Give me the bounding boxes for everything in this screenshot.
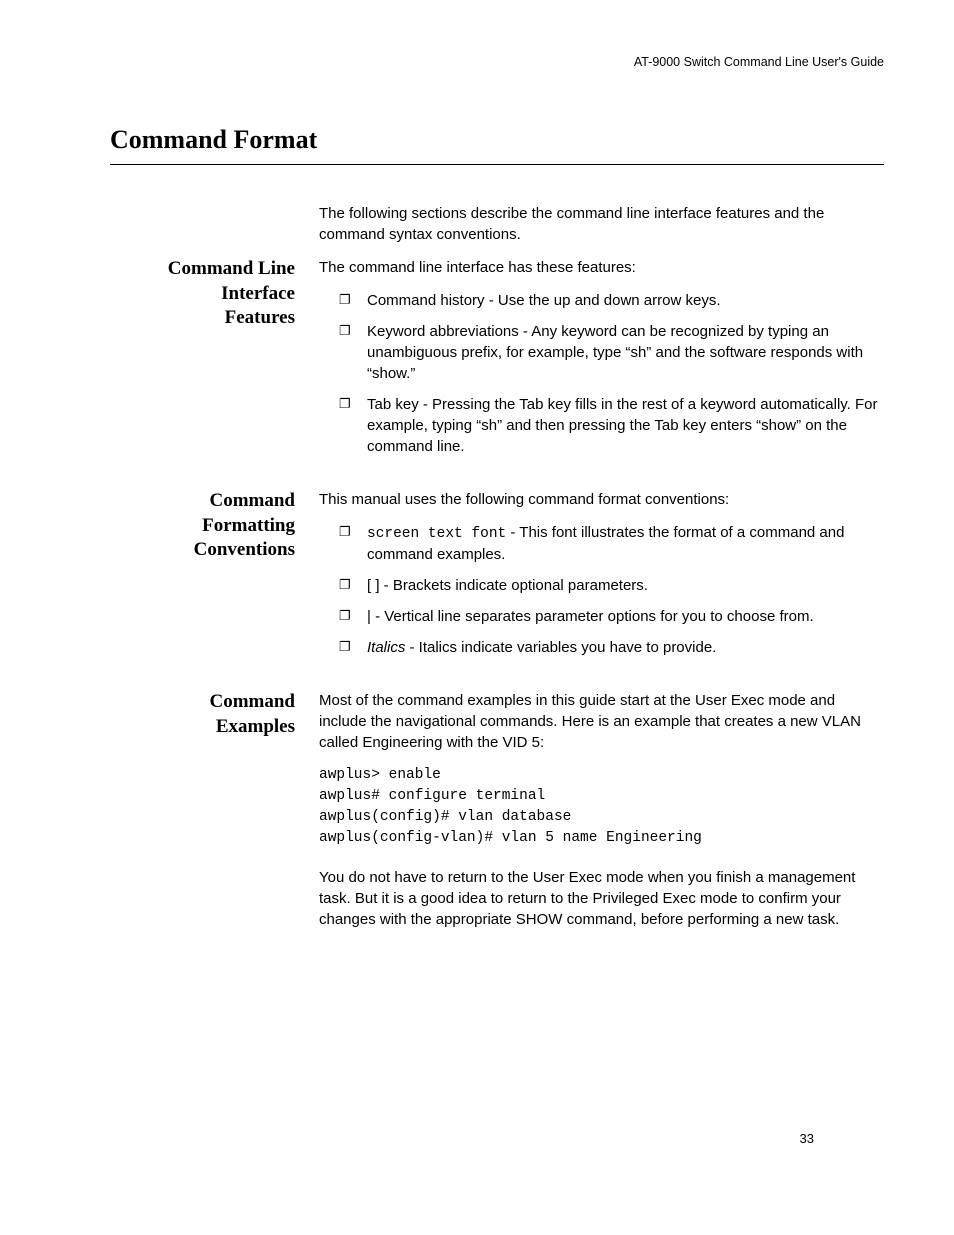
list-item: ❐ [ ] - Brackets indicate optional param…	[319, 575, 884, 596]
heading-text: Command	[209, 490, 295, 511]
heading-text: Interface	[221, 283, 295, 304]
formatting-heading: Command Formatting Conventions	[110, 489, 319, 668]
cli-features-list: ❐ Command history - Use the up and down …	[319, 290, 884, 457]
running-header: AT-9000 Switch Command Line User's Guide	[110, 54, 884, 72]
cli-features-lead: The command line interface has these fea…	[319, 257, 884, 278]
bullet-icon: ❐	[319, 637, 367, 658]
examples-heading: Command Examples	[110, 690, 319, 942]
examples-block: Command Examples Most of the command exa…	[110, 690, 884, 942]
list-item: ❐ Command history - Use the up and down …	[319, 290, 884, 311]
cli-features-heading: Command Line Interface Features	[110, 257, 319, 467]
heading-text: Conventions	[194, 539, 295, 560]
list-item: ❐ Tab key - Pressing the Tab key fills i…	[319, 394, 884, 457]
inline-italic: Italics	[367, 639, 405, 656]
bullet-icon: ❐	[319, 394, 367, 457]
title-underline	[110, 164, 884, 165]
list-item: ❐ Keyword abbreviations - Any keyword ca…	[319, 321, 884, 384]
list-item: ❐ | - Vertical line separates parameter …	[319, 606, 884, 627]
bullet-icon: ❐	[319, 606, 367, 627]
list-item-text: Italics - Italics indicate variables you…	[367, 637, 884, 658]
inline-text: - Italics indicate variables you have to…	[405, 639, 716, 656]
list-item-text: Command history - Use the up and down ar…	[367, 290, 884, 311]
page-number: 33	[800, 1130, 814, 1148]
list-item-text: Tab key - Pressing the Tab key fills in …	[367, 394, 884, 457]
heading-text: Formatting	[202, 515, 295, 536]
examples-para2: You do not have to return to the User Ex…	[319, 867, 884, 930]
cli-features-block: Command Line Interface Features The comm…	[110, 257, 884, 467]
heading-text: Features	[225, 307, 295, 328]
list-item-text: screen text font - This font illustrates…	[367, 522, 884, 565]
list-item-text: | - Vertical line separates parameter op…	[367, 606, 884, 627]
section-title: Command Format	[110, 122, 884, 158]
examples-para1: Most of the command examples in this gui…	[319, 690, 884, 753]
heading-text: Command Line	[168, 258, 295, 279]
list-item: ❐ screen text font - This font illustrat…	[319, 522, 884, 565]
bullet-icon: ❐	[319, 575, 367, 596]
formatting-block: Command Formatting Conventions This manu…	[110, 489, 884, 668]
list-item: ❐ Italics - Italics indicate variables y…	[319, 637, 884, 658]
list-item-text: Keyword abbreviations - Any keyword can …	[367, 321, 884, 384]
list-item-text: [ ] - Brackets indicate optional paramet…	[367, 575, 884, 596]
code-example: awplus> enable awplus# configure termina…	[319, 765, 884, 849]
inline-code: screen text font	[367, 526, 506, 542]
section-intro: The following sections describe the comm…	[319, 203, 884, 245]
bullet-icon: ❐	[319, 321, 367, 384]
bullet-icon: ❐	[319, 290, 367, 311]
heading-text: Examples	[216, 716, 295, 737]
formatting-list: ❐ screen text font - This font illustrat…	[319, 522, 884, 658]
formatting-lead: This manual uses the following command f…	[319, 489, 884, 510]
heading-text: Command	[209, 691, 295, 712]
bullet-icon: ❐	[319, 522, 367, 565]
